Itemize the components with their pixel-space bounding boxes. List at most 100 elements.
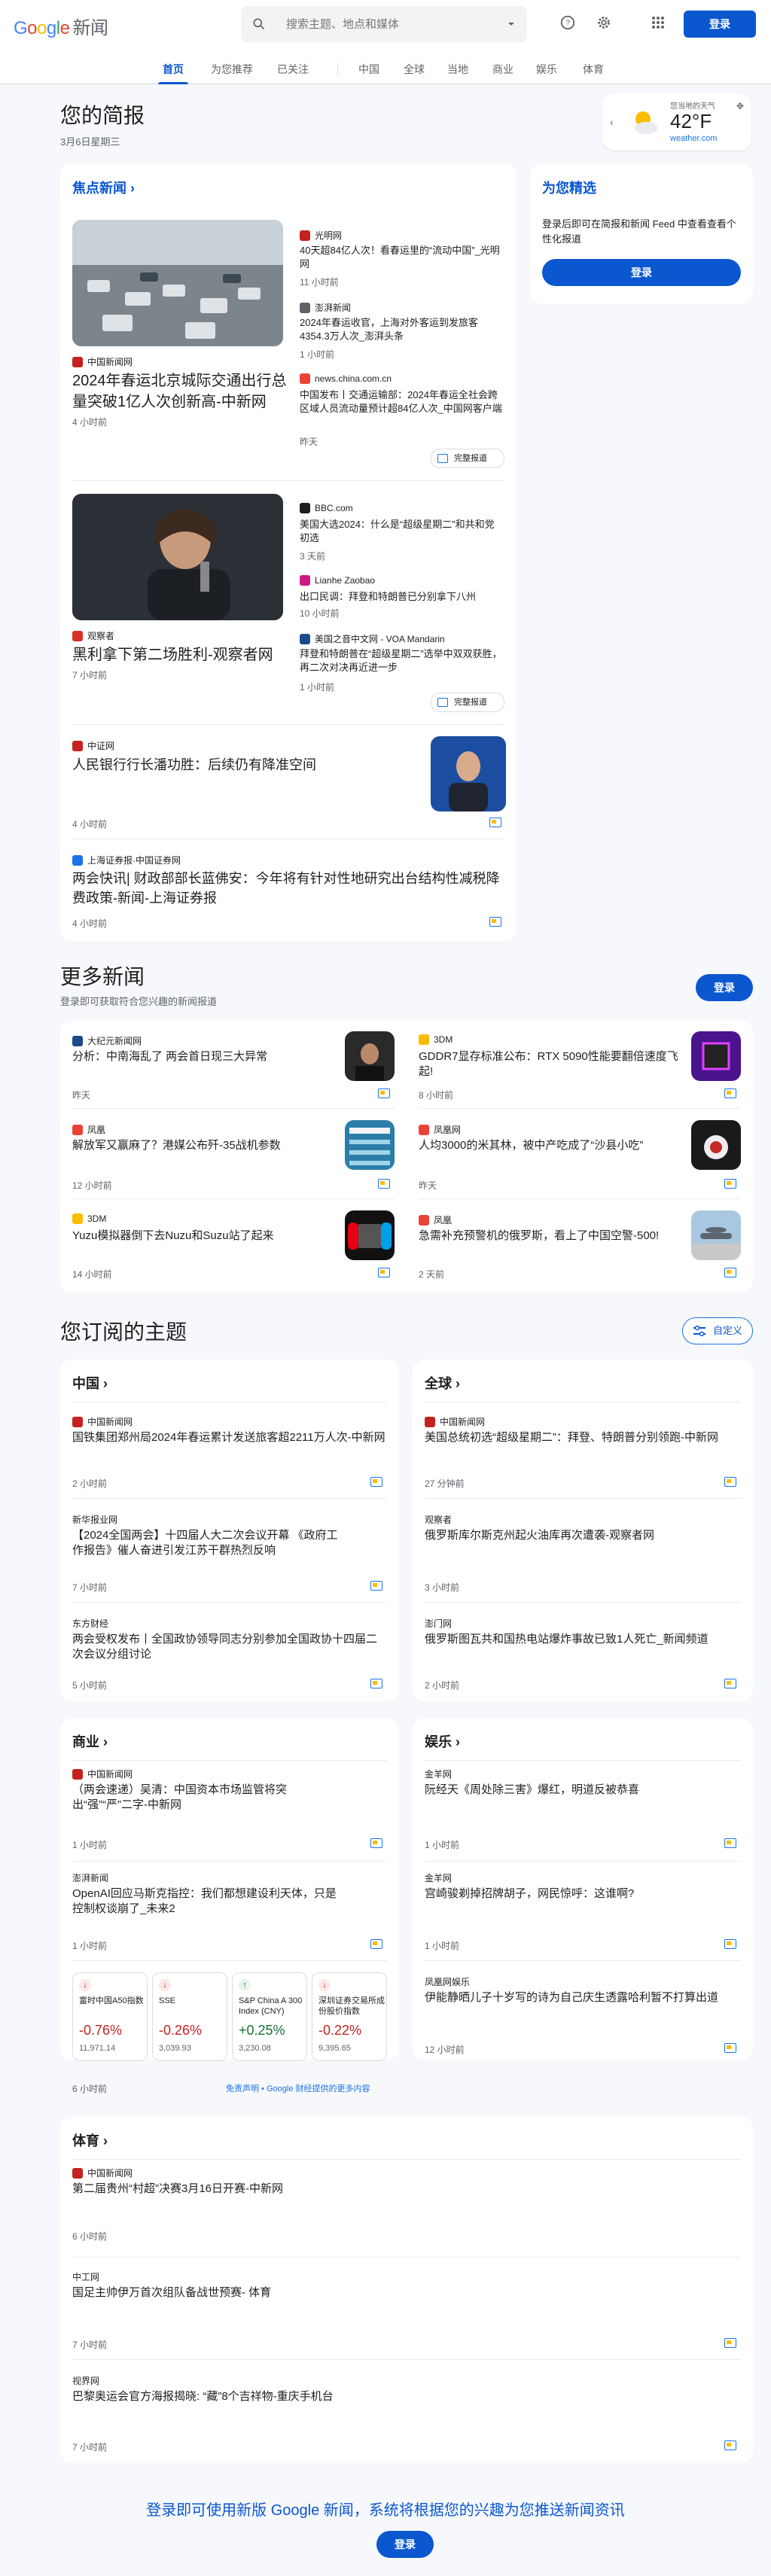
topic-sports-link[interactable]: 体育 › (72, 2130, 108, 2150)
story-headline[interactable]: 美国大选2024：什么是“超级星期二”和共和党初选 (300, 518, 503, 545)
full-coverage-icon[interactable] (370, 1581, 382, 1591)
story-headline[interactable]: 俄罗斯图瓦共和国热电站爆炸事故已致1人死亡_新闻频道 (425, 1632, 741, 1647)
story-source[interactable]: 凤凰 (72, 1123, 105, 1136)
story-source[interactable]: 中国新闻网 (72, 1415, 133, 1428)
full-coverage-icon[interactable] (724, 1179, 736, 1189)
story-headline[interactable]: GDDR7显存标准公布：RTX 5090性能要翻倍速度飞起! (419, 1049, 690, 1079)
story-headline[interactable]: 人均3000的米其林，被中产吃成了“沙县小吃” (419, 1138, 690, 1153)
tab-business[interactable]: 商业 (488, 54, 518, 84)
story-headline[interactable]: 分析：中南海乱了 两会首日现三大异常 (72, 1049, 343, 1064)
story-thumbnail[interactable] (691, 1031, 741, 1081)
story-source[interactable]: Lianhe Zaobao (300, 575, 375, 586)
search-icon[interactable] (251, 17, 267, 32)
full-coverage-button[interactable]: 完整报道 (431, 449, 504, 468)
full-coverage-icon[interactable] (724, 1679, 736, 1688)
story-source[interactable]: 大纪元新闻网 (72, 1034, 142, 1047)
story-headline[interactable]: 人民银行行长潘功胜：后续仍有降准空间 (72, 754, 434, 775)
story-source[interactable]: 新华报业网 (72, 1513, 117, 1526)
story-headline[interactable]: 第二届贵州“村超”决赛3月16日开赛-中新网 (72, 2182, 741, 2197)
search-input[interactable] (286, 15, 489, 33)
story-source[interactable]: 凤凰 (419, 1213, 452, 1226)
full-coverage-icon[interactable] (370, 1679, 382, 1688)
full-coverage-icon[interactable] (724, 2441, 736, 2450)
story-image-traffic[interactable] (72, 220, 283, 346)
tab-sports[interactable]: 体育 (578, 54, 608, 84)
topic-entertainment-link[interactable]: 娱乐 › (425, 1731, 460, 1751)
story-source[interactable]: 中国新闻网 (425, 1415, 485, 1428)
story-headline[interactable]: 2024年春运北京城际交通出行总量突破1亿人次创新高-中新网 (72, 370, 291, 413)
story-headline[interactable]: 伊能静晒儿子十岁写的诗为自己庆生透露哈利暂不打算出道 (425, 1990, 741, 2005)
story-source[interactable]: 澎湃新闻 (72, 1871, 108, 1884)
weather-source-link[interactable]: weather.com (670, 134, 717, 143)
topic-china-link[interactable]: 中国 › (72, 1373, 108, 1393)
story-headline[interactable]: 两会快讯| 财政部部长蓝佛安：今年将有针对性地研究出台结构性减税降费政策-新闻-… (72, 869, 504, 908)
story-headline[interactable]: 拜登和特朗普在“超级星期二”选举中双双获胜，再二次对决再近进一步 (300, 647, 503, 674)
full-coverage-icon[interactable] (724, 1477, 736, 1487)
full-coverage-icon[interactable] (378, 1179, 390, 1189)
story-thumbnail[interactable] (345, 1210, 395, 1260)
full-coverage-icon[interactable] (724, 1268, 736, 1277)
story-image-pan-gongsheng[interactable] (431, 736, 506, 811)
apps-grid-icon[interactable] (648, 12, 669, 33)
story-headline[interactable]: 两会受权发布丨全国政协领导同志分别参加全国政协十四届二次会议分组讨论 (72, 1632, 387, 1662)
tab-local[interactable]: 当地 (443, 54, 473, 84)
story-headline[interactable]: （两会速递）吴清：中国资本市场监管将突出“强”“严”二字-中新网 (72, 1783, 343, 1813)
story-headline[interactable]: 解放军又赢麻了？港媒公布歼-35战机参数 (72, 1138, 343, 1153)
story-source[interactable]: 观察者 (425, 1513, 452, 1526)
stock-quote-card[interactable]: ↑ S&P China A 300 Index (CNY) +0.25% 3,230.… (232, 1972, 307, 2061)
story-headline[interactable]: 中国发布丨交通运输部：2024年春运全社会跨区域人员流动量预计超84亿人次_中国… (300, 388, 503, 416)
pin-icon[interactable]: ✥ (736, 101, 744, 111)
story-headline[interactable]: 急需补充预警机的俄罗斯，看上了中国空警-500! (419, 1229, 690, 1244)
tab-entertainment[interactable]: 娱乐 (532, 54, 562, 84)
story-source[interactable]: 观察者 (72, 629, 114, 642)
story-source[interactable]: 中国新闻网 (72, 1768, 133, 1780)
story-source[interactable]: 中国新闻网 (72, 355, 133, 368)
tab-home[interactable]: 首页 (158, 54, 188, 84)
footer-signin-button[interactable]: 登录 (376, 2531, 434, 2558)
story-headline[interactable]: 宫崎骏剃掉招牌胡子，网民惊呼：这谁啊? (425, 1886, 741, 1902)
help-icon[interactable]: ? (557, 12, 578, 33)
story-thumbnail[interactable] (691, 1120, 741, 1170)
story-source[interactable]: 金羊网 (425, 1871, 452, 1884)
full-coverage-icon[interactable] (724, 1089, 736, 1098)
full-coverage-button[interactable]: 完整报道 (431, 693, 504, 712)
search-box[interactable] (241, 6, 527, 42)
story-thumbnail[interactable] (345, 1120, 395, 1170)
full-coverage-icon[interactable] (724, 2338, 736, 2348)
story-headline[interactable]: 40天超84亿人次！看春运里的“流动中国”_光明网 (300, 244, 503, 271)
tab-following[interactable]: 已关注 (273, 54, 313, 84)
topic-business-link[interactable]: 商业 › (72, 1731, 108, 1751)
stock-quote-card[interactable]: ↓ 富时中国A50指数 -0.76% 11,971.14 (72, 1972, 148, 2061)
story-headline[interactable]: 黑利拿下第二场胜利-观察者网 (72, 644, 291, 665)
story-source[interactable]: 上海证券报·中国证券网 (72, 854, 181, 866)
story-source[interactable]: 凤凰网娱乐 (425, 1975, 470, 1988)
story-headline[interactable]: 【2024全国两会】十四届人大二次会议开幕 《政府工作报告》催人奋进引发江苏干群… (72, 1528, 343, 1558)
story-source[interactable]: 澎湃新闻 (300, 301, 351, 314)
full-coverage-icon[interactable] (489, 917, 501, 927)
chevron-down-icon[interactable] (506, 19, 517, 29)
story-thumbnail[interactable] (691, 1210, 741, 1260)
story-source[interactable]: 3DM (72, 1213, 106, 1224)
story-headline[interactable]: Yuzu模拟器倒下去Nuzu和Suzu站了起来 (72, 1229, 343, 1244)
top-stories-link[interactable]: 焦点新闻 › (72, 178, 135, 197)
full-coverage-icon[interactable] (724, 1838, 736, 1848)
topic-world-link[interactable]: 全球 › (425, 1373, 460, 1393)
full-coverage-icon[interactable] (489, 818, 501, 827)
tab-for-you[interactable]: 为您推荐 (208, 54, 256, 84)
full-coverage-icon[interactable] (378, 1089, 390, 1098)
finance-disclaimer-link[interactable]: 免责声明 • Google 财经提供的更多内容 (226, 2082, 370, 2094)
chevron-left-icon[interactable]: ‹ (610, 116, 614, 128)
story-headline[interactable]: 国足主帅伊万首次组队备战世预赛- 体育 (72, 2285, 741, 2300)
story-source[interactable]: 中国新闻网 (72, 2166, 133, 2179)
story-source[interactable]: 视界网 (72, 2374, 99, 2387)
tab-china[interactable]: 中国 (354, 54, 384, 84)
story-source[interactable]: 中工网 (72, 2270, 99, 2283)
full-coverage-icon[interactable] (370, 1838, 382, 1848)
story-headline[interactable]: 国铁集团郑州局2024年春运累计发送旅客超2211万人次-中新网 (72, 1430, 387, 1445)
story-source[interactable]: 澎门网 (425, 1617, 452, 1630)
story-headline[interactable]: 2024年春运收官，上海对外客运到发旅客4354.3万人次_澎湃头条 (300, 316, 503, 343)
story-source[interactable]: 光明网 (300, 229, 342, 242)
google-news-logo[interactable]: Google 新闻 (14, 13, 108, 39)
weather-widget[interactable]: ‹ 您当地的天气 42°F weather.com ✥ (602, 93, 751, 151)
full-coverage-icon[interactable] (378, 1268, 390, 1277)
